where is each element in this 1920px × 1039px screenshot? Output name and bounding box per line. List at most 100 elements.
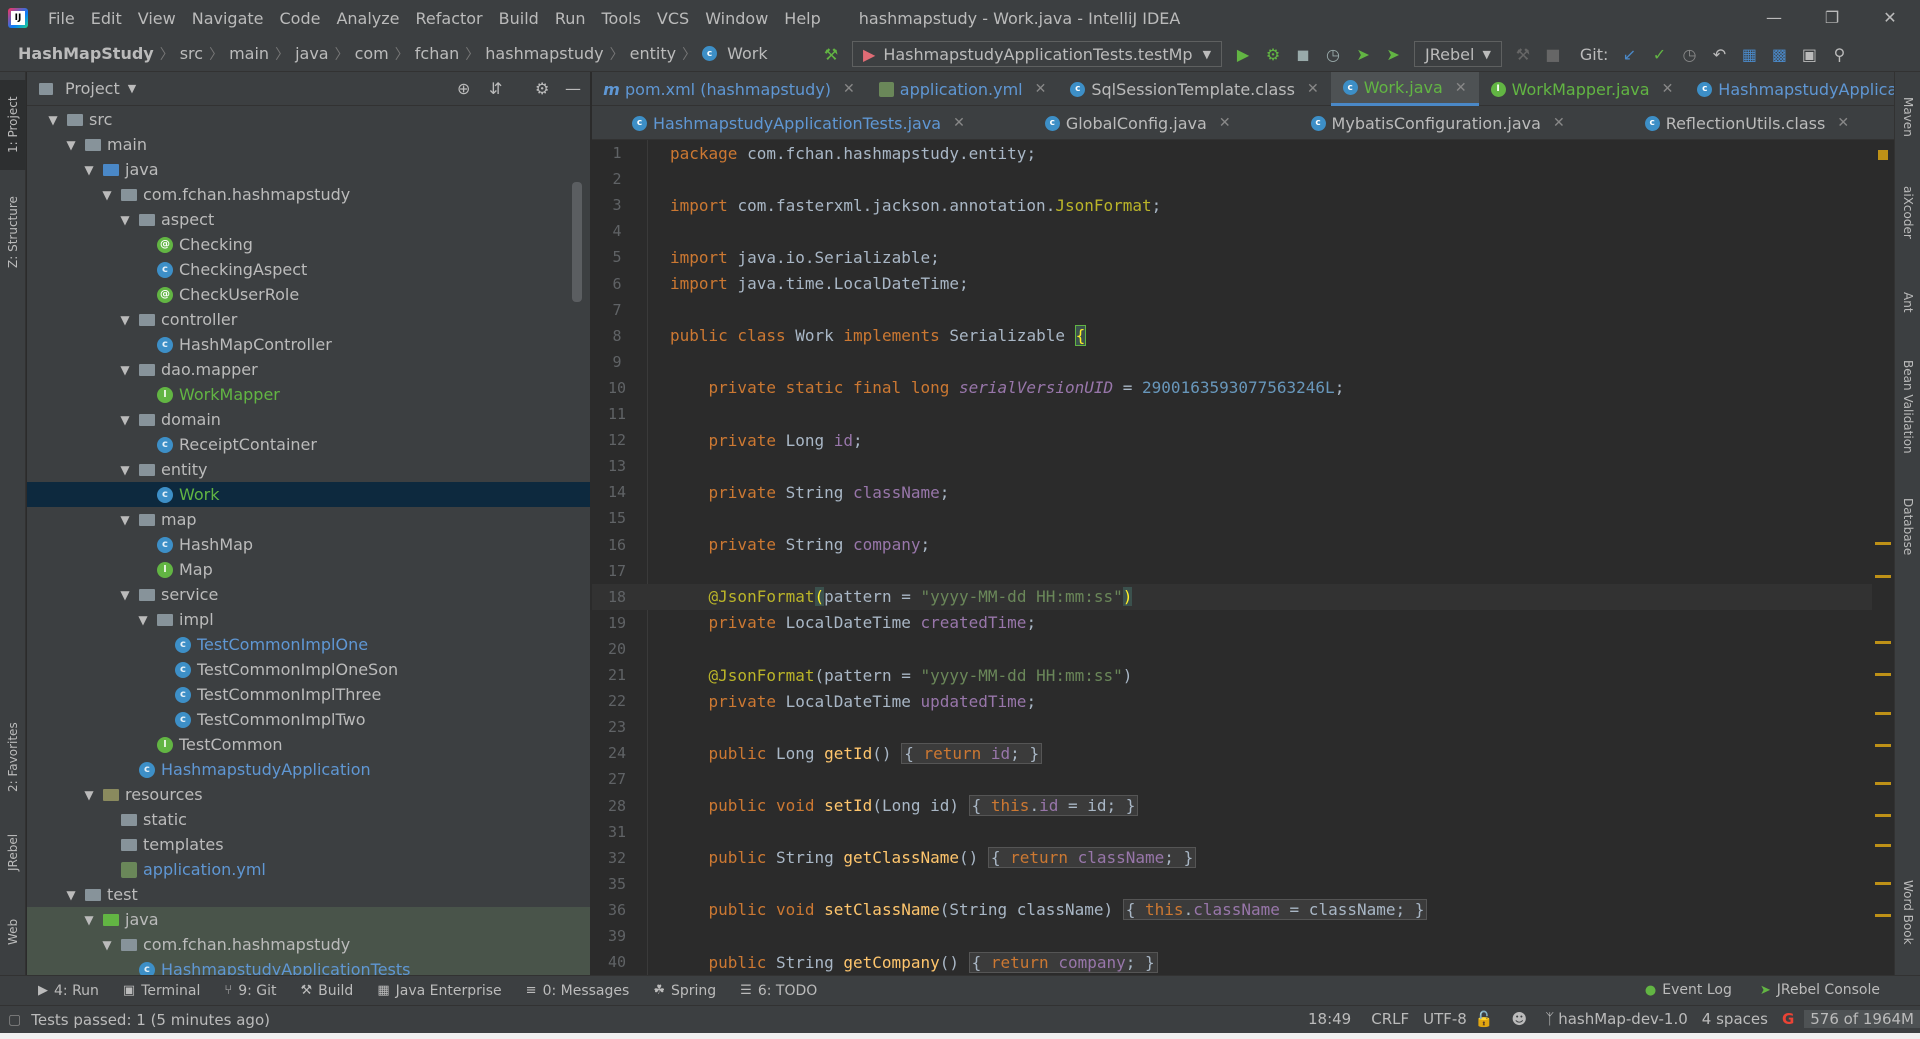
- code-line[interactable]: 3 import com.fasterxml.jackson.annotation…: [592, 192, 1872, 218]
- close-icon[interactable]: ✕: [1219, 115, 1231, 131]
- code-text[interactable]: @JsonFormat(pattern = "yyyy-MM-dd HH:mm:…: [670, 587, 1133, 607]
- code-text[interactable]: public Long getId() { return id; }: [670, 742, 1043, 764]
- error-stripe-mark[interactable]: [1875, 882, 1891, 885]
- menu-code[interactable]: Code: [272, 9, 329, 28]
- editor-tab[interactable]: application.yml ✕: [867, 72, 1059, 106]
- expand-arrow-icon[interactable]: ▼: [45, 113, 61, 127]
- tool-tab-ant[interactable]: Ant: [1895, 272, 1920, 332]
- tool-tab-structure[interactable]: Z: Structure: [0, 182, 26, 282]
- expand-arrow-icon[interactable]: ▼: [99, 188, 115, 202]
- code-line[interactable]: 9: [592, 349, 1872, 375]
- menu-edit[interactable]: Edit: [83, 9, 130, 28]
- code-line[interactable]: 10 private static final long serialVersi…: [592, 375, 1872, 401]
- bottom-tool-tab[interactable]: ▣ Terminal: [123, 983, 200, 999]
- code-line[interactable]: 27: [592, 766, 1872, 792]
- expand-arrow-icon[interactable]: ▼: [81, 913, 97, 927]
- status-message[interactable]: Tests passed: 1 (5 minutes ago): [31, 1011, 270, 1029]
- line-number[interactable]: 17: [592, 562, 642, 580]
- code-line[interactable]: 11: [592, 401, 1872, 427]
- close-icon[interactable]: ✕: [1035, 81, 1047, 97]
- code-line[interactable]: 36 public void setClassName(String class…: [592, 897, 1872, 923]
- code-line[interactable]: 28 public void setId(Long id) { this.id …: [592, 793, 1872, 819]
- editor-tab[interactable]: m pom.xml (hashmapstudy) ✕: [592, 72, 867, 106]
- minimize-button[interactable]: —: [1746, 0, 1802, 36]
- error-stripe-mark[interactable]: [1875, 814, 1891, 817]
- project-scrollbar[interactable]: [572, 182, 582, 302]
- tree-node[interactable]: c TestCommonImplOneSon: [27, 657, 590, 682]
- tree-node[interactable]: @ CheckUserRole: [27, 282, 590, 307]
- inspection-status-icon[interactable]: [1878, 150, 1888, 160]
- google-icon[interactable]: G: [1782, 1010, 1794, 1028]
- tree-node[interactable]: static: [27, 807, 590, 832]
- code-line[interactable]: 14 private String className;: [592, 479, 1872, 505]
- tree-node[interactable]: ▼ aspect: [27, 207, 590, 232]
- line-number[interactable]: 19: [592, 614, 642, 632]
- line-number[interactable]: 10: [592, 379, 642, 397]
- menu-navigate[interactable]: Navigate: [184, 9, 272, 28]
- event-log-tab[interactable]: ● Event Log: [1645, 982, 1732, 998]
- menu-window[interactable]: Window: [697, 9, 776, 28]
- line-number[interactable]: 8: [592, 327, 642, 345]
- rebuild-icon[interactable]: ⚒: [1512, 43, 1534, 65]
- jrebel-debug-icon[interactable]: ➤: [1382, 43, 1404, 65]
- search-icon[interactable]: ⚲: [1828, 43, 1850, 65]
- stop-icon[interactable]: ■: [1542, 43, 1564, 65]
- tool-tab-database[interactable]: Database: [1895, 482, 1920, 572]
- line-number[interactable]: 16: [592, 536, 642, 554]
- code-text[interactable]: import java.time.LocalDateTime;: [670, 274, 969, 293]
- breadcrumb-item[interactable]: main: [225, 44, 273, 63]
- tool-tab-favorites[interactable]: 2: Favorites: [0, 712, 26, 802]
- breadcrumb-item[interactable]: entity: [626, 44, 680, 63]
- tool-tab-bean-validation[interactable]: Bean Validation: [1895, 342, 1920, 472]
- line-number[interactable]: 4: [592, 222, 642, 240]
- menu-build[interactable]: Build: [491, 9, 547, 28]
- line-number[interactable]: 23: [592, 718, 642, 736]
- git-rollback-icon[interactable]: ↶: [1708, 43, 1730, 65]
- code-line[interactable]: 2: [592, 166, 1872, 192]
- close-window-button[interactable]: ✕: [1862, 0, 1918, 36]
- code-line[interactable]: 1 package com.fchan.hashmapstudy.entity;: [592, 140, 1872, 166]
- tree-node[interactable]: I WorkMapper: [27, 382, 590, 407]
- presentation-icon[interactable]: ▣: [1798, 43, 1820, 65]
- expand-arrow-icon[interactable]: ▼: [63, 138, 79, 152]
- tool-tab-word-book[interactable]: Word Book: [1895, 862, 1920, 962]
- tool-tab-aixcoder[interactable]: aiXcoder: [1895, 172, 1920, 252]
- inspector-icon[interactable]: ☻: [1512, 1010, 1528, 1028]
- code-line[interactable]: 21 @JsonFormat(pattern = "yyyy-MM-dd HH:…: [592, 662, 1872, 688]
- code-text[interactable]: import com.fasterxml.jackson.annotation.…: [670, 196, 1161, 215]
- bottom-tool-tab[interactable]: ▶ 4: Run: [38, 983, 99, 999]
- line-number[interactable]: 14: [592, 483, 642, 501]
- chevron-down-icon[interactable]: ▼: [128, 82, 136, 95]
- code-line[interactable]: 15: [592, 505, 1872, 531]
- line-number[interactable]: 13: [592, 457, 642, 475]
- menu-vcs[interactable]: VCS: [649, 9, 697, 28]
- code-text[interactable]: import java.io.Serializable;: [670, 248, 940, 267]
- editor-tab[interactable]: c SqlSessionTemplate.class ✕: [1058, 72, 1330, 106]
- menu-view[interactable]: View: [130, 9, 184, 28]
- tool-tab-project[interactable]: 1: Project: [0, 80, 26, 170]
- tree-node[interactable]: ▼ impl: [27, 607, 590, 632]
- tree-node[interactable]: ▼ entity: [27, 457, 590, 482]
- tree-node[interactable]: ▼ dao.mapper: [27, 357, 590, 382]
- tree-node[interactable]: ▼ java: [27, 907, 590, 932]
- lock-icon[interactable]: 🔓: [1475, 1010, 1494, 1028]
- error-stripe-mark[interactable]: [1875, 844, 1891, 847]
- tree-node[interactable]: ▼ test: [27, 882, 590, 907]
- tree-node[interactable]: ▼ resources: [27, 782, 590, 807]
- menu-refactor[interactable]: Refactor: [408, 9, 491, 28]
- tree-node[interactable]: c HashMap: [27, 532, 590, 557]
- error-stripe-mark[interactable]: [1875, 641, 1891, 644]
- project-panel-title[interactable]: Project: [65, 79, 120, 98]
- line-number[interactable]: 12: [592, 431, 642, 449]
- tree-node[interactable]: I TestCommon: [27, 732, 590, 757]
- line-number[interactable]: 3: [592, 196, 642, 214]
- close-icon[interactable]: ✕: [1662, 81, 1674, 97]
- menu-analyze[interactable]: Analyze: [328, 9, 407, 28]
- line-number[interactable]: 40: [592, 953, 642, 971]
- debug-icon[interactable]: ⚙: [1262, 43, 1284, 65]
- code-text[interactable]: package com.fchan.hashmapstudy.entity;: [670, 144, 1036, 163]
- line-number[interactable]: 18: [592, 588, 642, 606]
- expand-arrow-icon[interactable]: ▼: [99, 938, 115, 952]
- expand-arrow-icon[interactable]: ▼: [81, 788, 97, 802]
- code-text[interactable]: public void setId(Long id) { this.id = i…: [670, 795, 1139, 816]
